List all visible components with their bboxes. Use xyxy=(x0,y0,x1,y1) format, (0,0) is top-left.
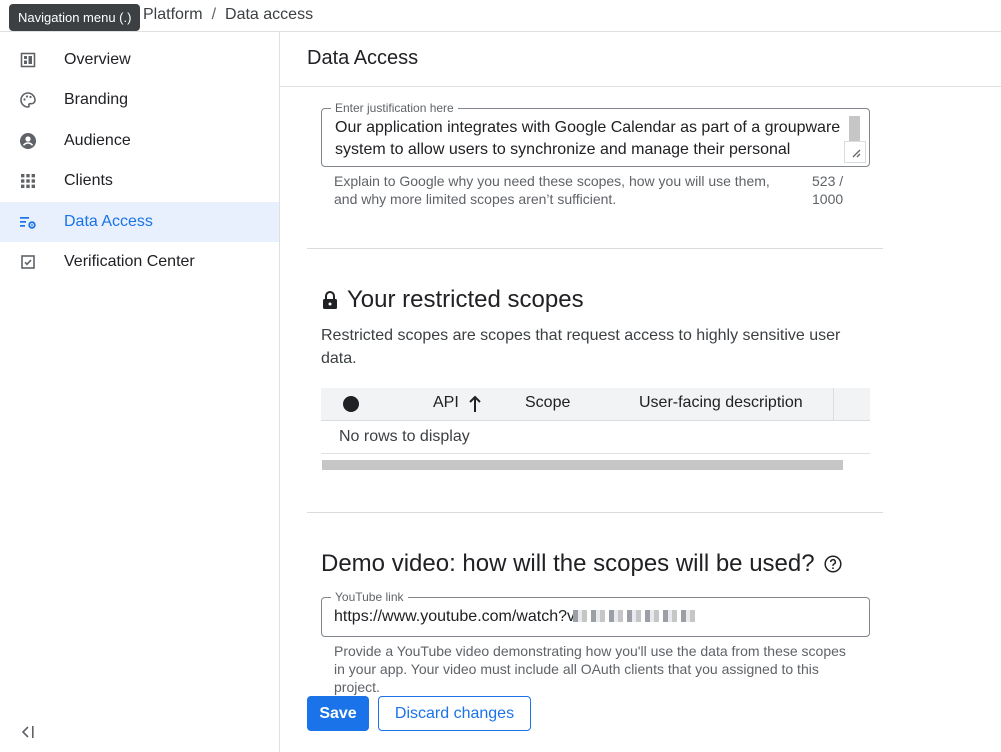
sidebar-item-label: Verification Center xyxy=(64,253,195,270)
palette-icon xyxy=(19,91,37,109)
select-all-icon[interactable] xyxy=(343,396,359,412)
sort-ascending-icon[interactable] xyxy=(468,395,482,418)
restricted-scopes-description: Restricted scopes are scopes that reques… xyxy=(321,327,841,367)
youtube-link-label: YouTube link xyxy=(331,589,408,605)
section-divider xyxy=(307,248,883,249)
redacted-video-id xyxy=(573,610,698,622)
demo-video-heading: Demo video: how will the scopes will be … xyxy=(321,550,842,578)
justification-textarea[interactable]: Enter justification here Our application… xyxy=(321,100,870,167)
character-count: 523 / 1000 xyxy=(812,173,844,207)
youtube-link-input[interactable]: YouTube link https://www.youtube.com/wat… xyxy=(321,589,870,637)
lock-icon xyxy=(321,290,339,310)
textarea-scrollbar[interactable] xyxy=(849,116,860,142)
column-header-user-facing-description[interactable]: User-facing description xyxy=(639,394,803,412)
resize-handle-icon[interactable] xyxy=(844,141,866,163)
justification-label: Enter justification here xyxy=(331,100,458,116)
section-divider xyxy=(307,512,883,513)
breadcrumb-current: Data access xyxy=(225,6,314,23)
scopes-table-header: API Scope User-facing description xyxy=(321,388,870,421)
breadcrumb-parent-link[interactable]: Platform xyxy=(143,6,203,23)
sidebar-item-branding[interactable]: Branding xyxy=(0,80,279,120)
sidebar-item-data-access[interactable]: Data Access xyxy=(0,202,279,242)
table-empty-row: No rows to display xyxy=(321,421,870,454)
sidebar-item-clients[interactable]: Clients xyxy=(0,161,279,201)
page-title: Data Access xyxy=(307,47,419,69)
dashboard-icon xyxy=(19,51,37,69)
sidebar-item-audience[interactable]: Audience xyxy=(0,121,279,161)
sidebar-item-label: Overview xyxy=(64,51,131,68)
empty-table-message: No rows to display xyxy=(339,428,470,445)
justification-text: Our application integrates with Google C… xyxy=(335,119,841,158)
justification-hint: Explain to Google why you need these sco… xyxy=(334,173,770,207)
main-header: Data Access xyxy=(280,32,1001,87)
save-button[interactable]: Save xyxy=(307,696,369,731)
demo-video-title: Demo video: how will the scopes will be … xyxy=(321,550,815,577)
help-icon[interactable] xyxy=(824,555,842,573)
sidebar-item-label: Audience xyxy=(64,132,131,149)
sidebar: Overview Branding Audience Clients Data … xyxy=(0,32,280,752)
column-divider xyxy=(833,388,834,420)
sidebar-item-overview[interactable]: Overview xyxy=(0,40,279,80)
discard-changes-button[interactable]: Discard changes xyxy=(378,696,531,731)
sidebar-item-label: Clients xyxy=(64,172,113,189)
column-header-api[interactable]: API xyxy=(433,394,459,412)
top-bar: Platform / Data access xyxy=(0,0,1001,32)
restricted-scopes-title: Your restricted scopes xyxy=(347,286,584,313)
restricted-scopes-heading: Your restricted scopes xyxy=(321,286,584,314)
sidebar-item-verification-center[interactable]: Verification Center xyxy=(0,242,279,282)
youtube-link-value: https://www.youtube.com/watch?v xyxy=(334,608,575,625)
collapse-sidebar-icon[interactable] xyxy=(18,722,38,742)
breadcrumb-separator: / xyxy=(211,6,217,23)
grid-icon xyxy=(19,172,37,190)
data-settings-icon xyxy=(19,213,37,231)
navigation-menu-tooltip: Navigation menu (.) xyxy=(9,4,141,31)
person-icon xyxy=(19,132,37,150)
breadcrumb: Platform / Data access xyxy=(143,6,313,24)
column-header-scope[interactable]: Scope xyxy=(525,394,570,412)
checkbox-icon xyxy=(19,253,37,271)
sidebar-item-label: Branding xyxy=(64,91,129,108)
sidebar-item-label: Data Access xyxy=(64,213,153,230)
table-horizontal-scrollbar[interactable] xyxy=(322,460,843,470)
youtube-link-hint: Provide a YouTube video demonstrating ho… xyxy=(334,643,846,695)
